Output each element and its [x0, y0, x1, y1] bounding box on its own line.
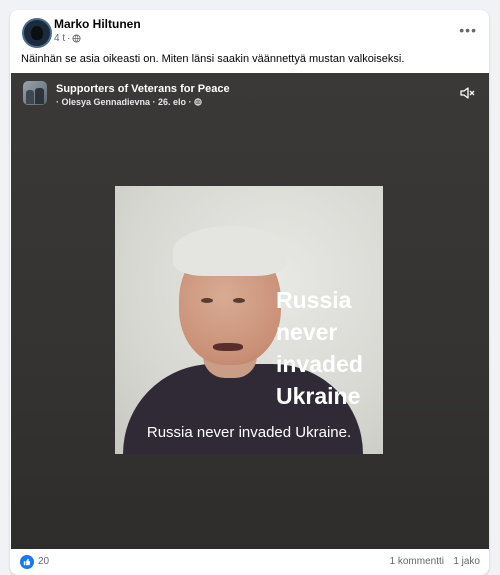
post-time[interactable]: 4 t [54, 33, 65, 44]
video-overlay-text: Russia never invaded Ukraine [276, 287, 363, 409]
author-name[interactable]: Marko Hiltunen [54, 17, 141, 31]
shared-meta: · Olesya Gennadievna · 26. elo · [56, 97, 202, 107]
author-avatar[interactable] [22, 18, 52, 48]
reactions-bar: 20 1 kommentti 1 jako [10, 549, 489, 575]
comments-count[interactable]: 1 kommentti [390, 556, 444, 567]
shared-video[interactable]: Supporters of Veterans for Peace · Olesy… [11, 73, 489, 549]
shared-meta-text: · Olesya Gennadievna · 26. elo · [56, 97, 192, 107]
shares-count[interactable]: 1 jako [453, 556, 480, 567]
video-caption: Russia never invaded Ukraine. [146, 424, 352, 441]
like-thumb-icon[interactable] [20, 555, 34, 569]
page-name[interactable]: Supporters of Veterans for Peace [56, 83, 230, 95]
more-options-icon[interactable]: ••• [459, 22, 477, 38]
post-card: Marko Hiltunen 4 t · ••• Näinhän se asia… [10, 10, 489, 575]
post-text: Näinhän se asia oikeasti on. Miten länsi… [21, 53, 405, 65]
globe-icon [194, 98, 202, 106]
meta-separator: · [67, 33, 71, 44]
speaker-muted-icon[interactable] [459, 85, 475, 101]
like-count[interactable]: 20 [38, 556, 49, 567]
video-frame: Russia never invaded Ukraine Russia neve… [115, 186, 383, 454]
page-avatar[interactable] [23, 81, 47, 105]
post-meta: 4 t · [54, 33, 82, 44]
globe-icon [72, 34, 82, 43]
